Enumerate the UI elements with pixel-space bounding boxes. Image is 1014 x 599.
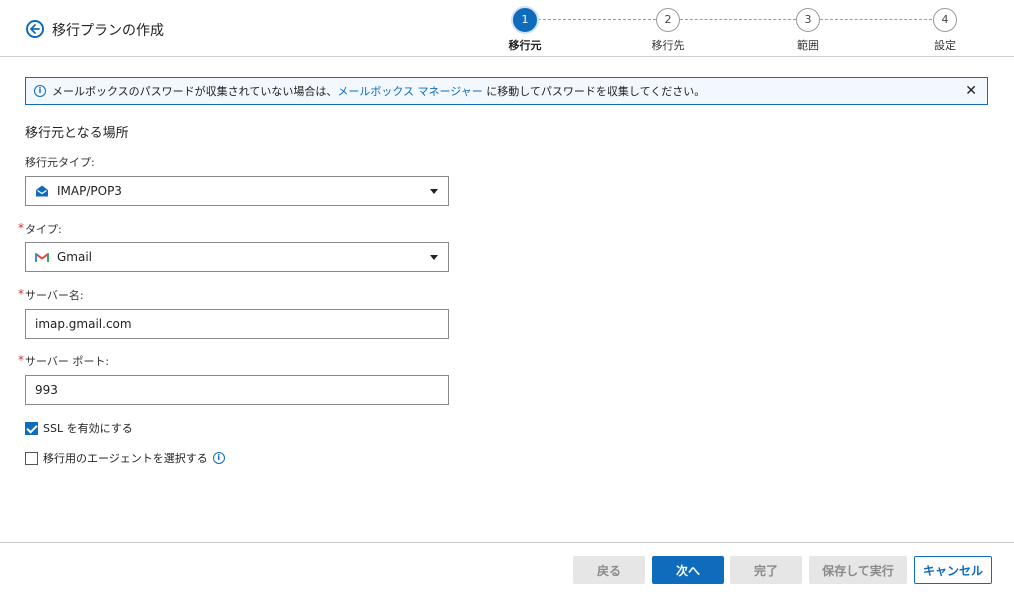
back-arrow-icon[interactable]: [26, 20, 44, 38]
required-marker: *: [18, 353, 24, 367]
ssl-checkbox[interactable]: [25, 421, 38, 435]
type-label: タイプ:: [25, 223, 62, 236]
step-label: 移行元: [508, 39, 542, 52]
mailbox-manager-link[interactable]: メールボックス マネージャー: [337, 85, 482, 98]
footer-bar: 戻る 次へ 完了 保存して実行 キャンセル: [0, 542, 1014, 599]
source-type-value: IMAP/POP3: [57, 184, 122, 198]
banner-text: メールボックスのパスワードが収集されていない場合は、メールボックス マネージャー…: [52, 83, 705, 99]
info-icon: i: [34, 85, 46, 97]
close-icon[interactable]: ✕: [965, 83, 977, 99]
next-button[interactable]: 次へ: [652, 556, 724, 584]
step-destination: 2 移行先: [638, 8, 698, 53]
mailbox-icon: [35, 184, 49, 198]
required-marker: *: [18, 287, 24, 301]
source-type-select[interactable]: IMAP/POP3: [25, 176, 449, 206]
save-and-run-button[interactable]: 保存して実行: [809, 556, 907, 584]
step-label: 設定: [934, 39, 956, 52]
step-settings: 4 設定: [915, 8, 975, 53]
required-marker: *: [18, 221, 24, 235]
info-banner: i メールボックスのパスワードが収集されていない場合は、メールボックス マネージ…: [25, 77, 988, 105]
back-button[interactable]: 戻る: [573, 556, 645, 584]
step-number: 1: [513, 8, 537, 32]
page-header: 移行プランの作成 1 移行元 2 移行先 3 範囲 4 設定: [0, 0, 1014, 57]
section-title: 移行元となる場所: [25, 126, 129, 141]
banner-text-before: メールボックスのパスワードが収集されていない場合は、: [52, 85, 338, 98]
agent-label: 移行用のエージェントを選択する: [43, 452, 208, 465]
finish-button[interactable]: 完了: [730, 556, 802, 584]
step-number: 4: [933, 8, 957, 32]
server-name-label: サーバー名:: [25, 289, 84, 302]
type-value: Gmail: [57, 250, 93, 264]
gmail-icon: [35, 250, 49, 264]
server-port-input[interactable]: 993: [25, 375, 449, 405]
page-title: 移行プランの作成: [52, 23, 164, 39]
agent-checkbox-row[interactable]: 移行用のエージェントを選択する i: [25, 450, 225, 466]
chevron-down-icon: [430, 189, 438, 194]
ssl-checkbox-row[interactable]: SSL を有効にする: [25, 420, 133, 436]
ssl-label: SSL を有効にする: [43, 422, 133, 435]
chevron-down-icon: [430, 255, 438, 260]
type-select[interactable]: Gmail: [25, 242, 449, 272]
server-name-input[interactable]: imap.gmail.com: [25, 309, 449, 339]
step-number: 2: [656, 8, 680, 32]
info-icon[interactable]: i: [212, 452, 225, 464]
step-number: 3: [796, 8, 820, 32]
step-label: 範囲: [797, 39, 819, 52]
source-type-label: 移行元タイプ:: [25, 156, 95, 169]
step-label: 移行先: [651, 39, 685, 52]
banner-text-after: に移動してパスワードを収集してください。: [482, 85, 706, 98]
server-port-label: サーバー ポート:: [25, 355, 110, 368]
cancel-button[interactable]: キャンセル: [914, 556, 992, 584]
step-scope: 3 範囲: [778, 8, 838, 53]
step-source: 1 移行元: [495, 8, 555, 53]
agent-checkbox[interactable]: [25, 451, 38, 465]
